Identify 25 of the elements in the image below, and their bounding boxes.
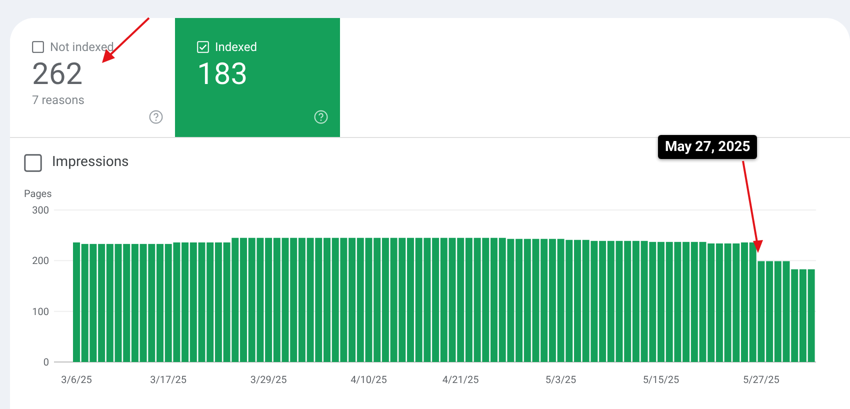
x-tick-label: 3/6/25 [61, 375, 92, 386]
x-tick-label: 3/29/25 [250, 375, 287, 386]
checkbox[interactable] [32, 41, 44, 53]
y-tick-label: 0 [43, 358, 49, 368]
card-label: Not indexed [50, 40, 114, 54]
checked-checkbox[interactable] [197, 41, 209, 53]
y-tick-label: 100 [32, 306, 49, 318]
help-icon[interactable] [149, 110, 163, 124]
x-tick-label: 4/10/25 [350, 375, 387, 386]
x-tick-label: 3/17/25 [150, 375, 187, 386]
y-axis-title: Pages [24, 189, 52, 200]
card-label: Indexed [215, 40, 257, 54]
card-subtitle: 7 reasons [32, 93, 86, 107]
card-count: 183 [197, 57, 249, 93]
x-tick-label: 5/15/25 [642, 375, 680, 386]
x-tick-label: 5/3/25 [545, 375, 576, 386]
date-callout: May 27, 2025 [658, 135, 758, 159]
y-tick-label: 200 [32, 256, 49, 268]
x-tick-label: 4/21/25 [442, 375, 479, 386]
checkbox[interactable] [24, 154, 42, 172]
card-count: 262 [32, 57, 84, 93]
y-tick-label: 300 [32, 206, 49, 216]
status-card[interactable]: Indexed 183 [175, 18, 340, 137]
impressions-label: Impressions [52, 153, 129, 172]
x-tick-label: 5/27/25 [743, 375, 780, 386]
